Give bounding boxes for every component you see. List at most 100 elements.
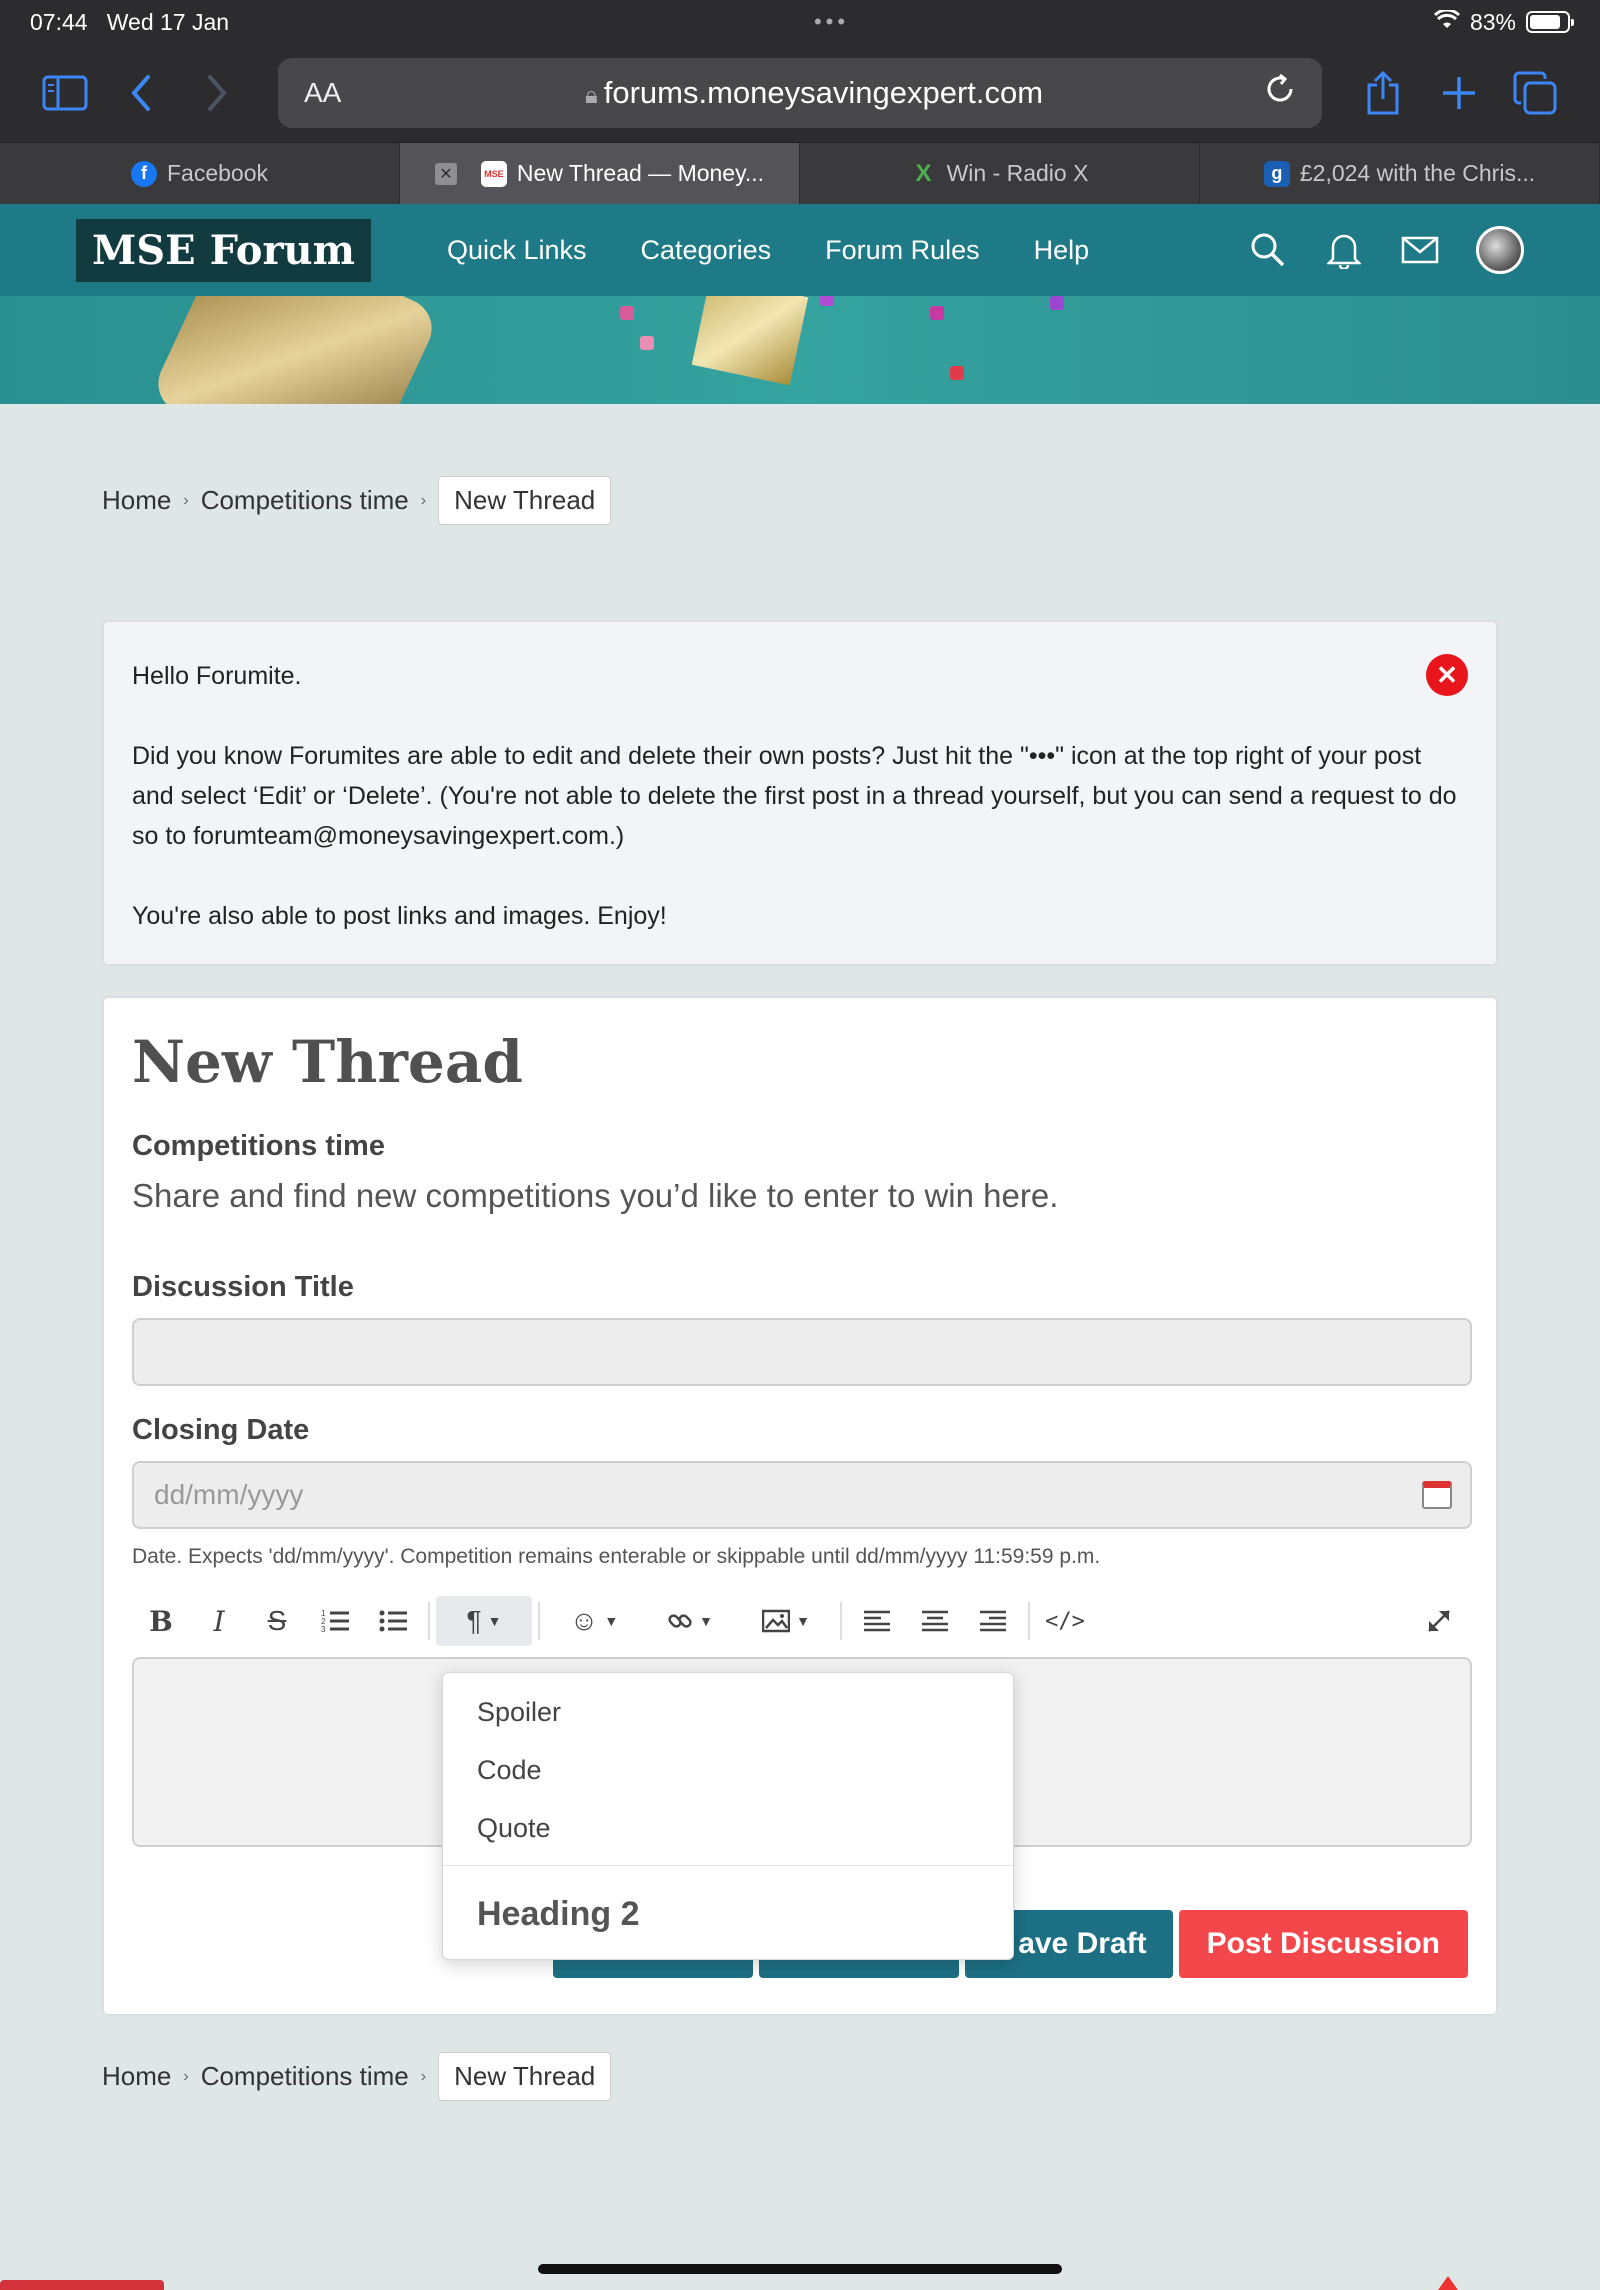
closing-date-input[interactable]: dd/mm/yyyy <box>132 1461 1472 1529</box>
paragraph-icon: ¶ <box>466 1605 482 1636</box>
chevron-down-icon: ▼ <box>487 1613 502 1629</box>
align-right-icon[interactable] <box>964 1596 1022 1646</box>
discussion-title-input[interactable] <box>132 1318 1472 1386</box>
svg-text:3: 3 <box>321 1625 326 1634</box>
url-text[interactable]: 🔒︎ forums.moneysavingexpert.com <box>364 75 1264 111</box>
multitask-dots-icon[interactable]: ••• <box>814 9 849 35</box>
confetti <box>640 336 654 350</box>
menu-item-spoiler[interactable]: Spoiler <box>443 1683 1013 1741</box>
strikethrough-icon[interactable]: S <box>248 1596 306 1646</box>
discussion-title-label: Discussion Title <box>132 1271 354 1303</box>
home-indicator[interactable] <box>538 2264 1062 2274</box>
tab-new-thread[interactable]: ✕ MSE New Thread — Money... <box>400 143 800 204</box>
alert-body: Did you know Forumites are able to edit … <box>132 742 1457 850</box>
info-message: Hello Forumite. Did you know Forumites a… <box>102 620 1498 966</box>
align-left-icon[interactable] <box>848 1596 906 1646</box>
tab-label: £2,024 with the Chris... <box>1299 160 1536 186</box>
share-icon[interactable] <box>1358 68 1408 118</box>
italic-icon[interactable]: I <box>190 1596 248 1646</box>
bold-icon[interactable]: B <box>132 1596 190 1646</box>
sidebar-icon[interactable] <box>40 68 90 118</box>
wifi-icon <box>1433 8 1461 36</box>
safari-toolbar: AA 🔒︎ forums.moneysavingexpert.com <box>0 44 1600 142</box>
avatar[interactable] <box>1476 226 1524 274</box>
paragraph-format-menu: Spoiler Code Quote Heading 2 <box>442 1672 1014 1960</box>
alert-body-2: You're also able to post links and image… <box>132 902 667 930</box>
breadcrumb: Home › Competitions time › New Thread <box>102 476 612 525</box>
status-time: 07:44 <box>30 8 88 35</box>
text-size-button[interactable]: AA <box>304 77 364 109</box>
forward-icon[interactable] <box>192 68 242 118</box>
battery-percent: 83% <box>1469 8 1516 35</box>
menu-item-code[interactable]: Code <box>443 1741 1013 1799</box>
menu-item-quote[interactable]: Quote <box>443 1799 1013 1857</box>
search-icon[interactable] <box>1248 230 1288 270</box>
confetti <box>820 296 834 306</box>
browser-chrome: 07:44 Wed 17 Jan ••• 83% AA 🔒︎ forums.mon… <box>0 0 1600 204</box>
reload-icon[interactable] <box>1264 73 1296 114</box>
scroll-to-top-icon[interactable] <box>1438 2276 1458 2290</box>
category-description: Share and find new competitions you’d li… <box>132 1177 1059 1214</box>
dismiss-icon[interactable]: ✕ <box>1426 654 1468 696</box>
tab-label: Facebook <box>166 160 268 186</box>
paragraph-format-button[interactable]: ¶ ▼ <box>436 1596 532 1646</box>
breadcrumb-home[interactable]: Home <box>102 485 171 516</box>
bullet-list-icon[interactable] <box>364 1596 422 1646</box>
breadcrumb-current: New Thread <box>438 2052 612 2101</box>
link-button[interactable]: ▼ <box>642 1596 738 1646</box>
chevron-right-icon: › <box>183 491 189 509</box>
align-center-icon[interactable] <box>906 1596 964 1646</box>
banner-gift-image <box>691 296 809 386</box>
bell-icon[interactable] <box>1324 230 1364 270</box>
breadcrumb-home[interactable]: Home <box>102 2061 171 2092</box>
status-bar: 07:44 Wed 17 Jan ••• 83% <box>0 0 1600 44</box>
code-view-icon[interactable]: </> <box>1036 1596 1094 1646</box>
editor-toolbar: B I S 123 ¶ ▼ ☺ ▼ ▼ ▼ </> <box>132 1595 1468 1647</box>
alert-greeting: Hello Forumite. <box>132 662 302 690</box>
toolbar-divider <box>428 1602 430 1640</box>
url-value: forums.moneysavingexpert.com <box>603 75 1044 110</box>
breadcrumb-category[interactable]: Competitions time <box>201 2061 409 2092</box>
tab-facebook[interactable]: f Facebook <box>0 143 400 204</box>
battery-icon <box>1526 11 1574 33</box>
image-button[interactable]: ▼ <box>738 1596 834 1646</box>
status-time-date: 07:44 Wed 17 Jan <box>30 9 229 36</box>
ordered-list-icon[interactable]: 123 <box>306 1596 364 1646</box>
fullscreen-icon[interactable] <box>1410 1596 1468 1646</box>
toolbar-divider <box>1028 1602 1030 1640</box>
toolbar-divider <box>538 1602 540 1640</box>
nav-forum-rules[interactable]: Forum Rules <box>825 235 980 266</box>
page-footer-edge <box>0 2280 164 2290</box>
address-bar[interactable]: AA 🔒︎ forums.moneysavingexpert.com <box>278 58 1322 128</box>
calendar-icon[interactable] <box>1422 1481 1452 1509</box>
site-favicon-icon: g <box>1263 160 1290 187</box>
site-logo[interactable]: MSE Forum <box>76 218 371 282</box>
tabs-overview-icon[interactable] <box>1510 68 1560 118</box>
mse-favicon-icon: MSE <box>480 160 507 187</box>
post-discussion-button[interactable]: Post Discussion <box>1178 1910 1468 1978</box>
nav-quick-links[interactable]: Quick Links <box>447 235 587 266</box>
new-tab-icon[interactable] <box>1434 68 1484 118</box>
chevron-down-icon: ▼ <box>796 1613 810 1629</box>
tab-christmas[interactable]: g £2,024 with the Chris... <box>1200 143 1600 204</box>
closing-date-label: Closing Date <box>132 1414 310 1446</box>
emoji-button[interactable]: ☺ ▼ <box>546 1596 642 1646</box>
nav-categories[interactable]: Categories <box>641 235 772 266</box>
chevron-right-icon: › <box>420 2067 427 2085</box>
mail-icon[interactable] <box>1400 230 1440 270</box>
chevron-right-icon: › <box>183 2067 189 2085</box>
confetti <box>950 366 964 380</box>
close-tab-icon[interactable]: ✕ <box>434 162 457 185</box>
image-icon <box>762 1609 791 1633</box>
breadcrumb-category[interactable]: Competitions time <box>201 485 409 516</box>
confetti <box>930 306 944 320</box>
banner-trophy-image <box>148 296 442 404</box>
chevron-right-icon: › <box>420 491 427 509</box>
back-icon[interactable] <box>116 68 166 118</box>
page-title: New Thread <box>132 1028 523 1096</box>
confetti <box>620 306 634 320</box>
nav-help[interactable]: Help <box>1034 235 1090 266</box>
menu-item-heading-2[interactable]: Heading 2 <box>443 1874 1013 1954</box>
tab-radio-x[interactable]: X Win - Radio X <box>800 143 1200 204</box>
battery-fill <box>1530 15 1560 29</box>
